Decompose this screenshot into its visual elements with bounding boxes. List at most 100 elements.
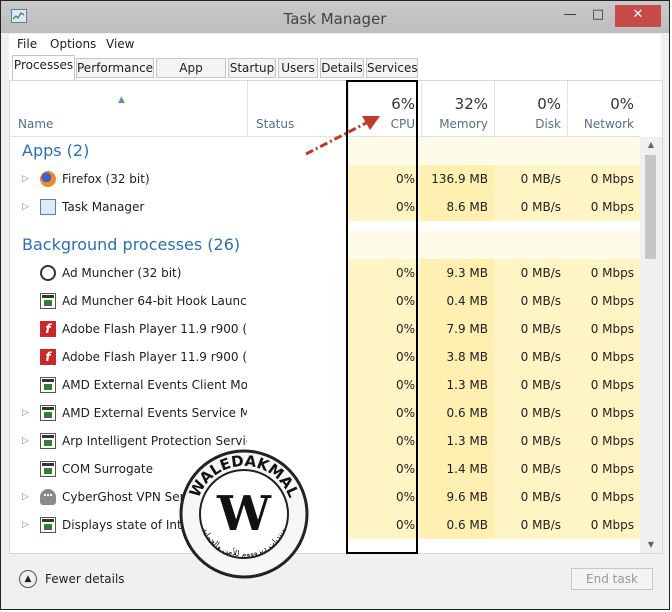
tab-details[interactable]: Details	[320, 58, 364, 78]
expand-chevron-icon[interactable]: ▷	[22, 193, 29, 221]
process-row[interactable]: ▷ CyberGhost VPN Service 0% 9.6 MB 0 MB/s 0 M…	[10, 483, 640, 511]
process-name: Adobe Flash Player 11.9 r900 (32...	[62, 322, 247, 336]
process-row[interactable]: Ad Muncher (32 bit) 0% 9.3 MB 0 MB/s 0 Mbps	[10, 259, 640, 287]
tab-app-history[interactable]: App history	[156, 58, 226, 93]
network-cell: 0 Mbps	[567, 399, 640, 427]
cpu-cell: 0%	[348, 259, 421, 287]
ghost-icon	[40, 489, 56, 505]
scroll-down-icon[interactable]: ▼	[640, 537, 662, 553]
network-cell: 0 Mbps	[567, 343, 640, 371]
tab-services[interactable]: Services	[366, 58, 418, 78]
tab-users[interactable]: Users	[278, 58, 318, 78]
chevron-up-icon[interactable]: ▲	[19, 570, 37, 588]
cpu-cell: 0%	[348, 455, 421, 483]
disk-cell: 0 MB/s	[494, 343, 567, 371]
close-button[interactable]: ✕	[615, 5, 661, 27]
process-row[interactable]: f Adobe Flash Player 11.9 r900 (32... 0%3.…	[10, 343, 640, 371]
end-task-button[interactable]: End task	[571, 568, 653, 590]
expand-chevron-icon[interactable]: ▷	[22, 427, 29, 455]
expand-chevron-icon[interactable]: ▷	[22, 511, 29, 539]
cpu-cell: 0%	[348, 193, 421, 221]
memory-cell: 0.6 MB	[421, 511, 494, 539]
memory-cell: 9.3 MB	[421, 259, 494, 287]
group-disk-cell	[494, 231, 567, 259]
memory-cell: 1.3 MB	[421, 427, 494, 455]
expand-chevron-icon[interactable]: ▷	[22, 483, 29, 511]
application-icon	[40, 293, 56, 309]
menu-view[interactable]: View	[106, 37, 134, 51]
network-cell: 0 Mbps	[567, 427, 640, 455]
column-status-label: Status	[256, 117, 295, 131]
maximize-button[interactable]: □	[585, 5, 611, 27]
disk-cell: 0 MB/s	[494, 371, 567, 399]
cpu-cell: 0%	[348, 399, 421, 427]
process-row[interactable]: ▷ Displays state of Intel® Active ... 0% 0.…	[10, 511, 640, 539]
network-cell: 0 Mbps	[567, 455, 640, 483]
fewer-details-link[interactable]: Fewer details	[45, 572, 125, 586]
process-row[interactable]: f Adobe Flash Player 11.9 r900 (32... 0%7.…	[10, 315, 640, 343]
network-cell: 0 Mbps	[567, 193, 640, 221]
sort-ascending-icon: ▲	[118, 95, 125, 105]
column-network[interactable]: 0% Network	[567, 81, 640, 136]
process-row[interactable]: ▷ AMD External Events Service Mo... 0%0.6 …	[10, 399, 640, 427]
cpu-total-percent: 6%	[391, 95, 415, 113]
group-disk-cell	[494, 137, 567, 165]
vertical-scrollbar[interactable]: ▲ ▼	[640, 137, 662, 553]
memory-cell: 8.6 MB	[421, 193, 494, 221]
process-row[interactable]: COM Surrogate 0% 1.4 MB 0 MB/s 0 Mbps	[10, 455, 640, 483]
process-name: AMD External Events Client Mo...	[62, 378, 247, 392]
column-memory[interactable]: 32% Memory	[421, 81, 494, 136]
group-network-cell	[567, 137, 640, 165]
cpu-cell: 0%	[348, 483, 421, 511]
process-row[interactable]: ▷ Task Manager 0% 8.6 MB 0 MB/s 0 Mbps	[10, 193, 640, 221]
cpu-cell: 0%	[348, 343, 421, 371]
network-cell: 0 Mbps	[567, 483, 640, 511]
group-memory-cell	[421, 137, 494, 165]
cpu-cell: 0%	[348, 371, 421, 399]
process-row[interactable]: Ad Muncher 64-bit Hook Launc... 0% 0.4 MB 0…	[10, 287, 640, 315]
flash-icon: f	[40, 321, 56, 337]
group-header-background[interactable]: Background processes (26)	[10, 231, 640, 259]
network-cell: 0 Mbps	[567, 165, 640, 193]
disk-cell: 0 MB/s	[494, 259, 567, 287]
ad-muncher-icon	[40, 265, 56, 281]
expand-chevron-icon[interactable]: ▷	[22, 165, 29, 193]
group-network-cell	[567, 231, 640, 259]
scrollbar-thumb[interactable]	[645, 155, 656, 259]
group-memory-cell	[421, 231, 494, 259]
footer-bar: ▲ Fewer details End task	[9, 557, 661, 603]
flash-icon: f	[40, 349, 56, 365]
expand-chevron-icon[interactable]: ▷	[22, 399, 29, 427]
title-bar[interactable]: Task Manager — □ ✕	[1, 1, 669, 33]
application-icon	[40, 405, 56, 421]
column-name[interactable]: ▲ Name	[10, 81, 247, 136]
tab-startup[interactable]: Startup	[228, 58, 276, 78]
menu-options[interactable]: Options	[50, 37, 96, 51]
scroll-up-icon[interactable]: ▲	[640, 137, 662, 153]
minimize-button[interactable]: —	[557, 5, 583, 27]
column-cpu-label: CPU	[390, 117, 415, 131]
process-name: AMD External Events Service Mo...	[62, 406, 247, 420]
menu-file[interactable]: File	[17, 37, 37, 51]
tab-performance[interactable]: Performance	[76, 58, 154, 78]
network-cell: 0 Mbps	[567, 287, 640, 315]
column-disk[interactable]: 0% Disk	[494, 81, 567, 136]
process-row[interactable]: AMD External Events Client Mo... 0% 1.3 MB…	[10, 371, 640, 399]
watermark-letter: W	[216, 486, 272, 542]
memory-cell: 7.9 MB	[421, 315, 494, 343]
firefox-icon	[40, 171, 56, 187]
disk-cell: 0 MB/s	[494, 483, 567, 511]
cpu-cell: 0%	[348, 165, 421, 193]
tab-processes[interactable]: Processes	[12, 55, 75, 80]
column-memory-label: Memory	[439, 117, 488, 131]
annotation-arrow-icon	[305, 116, 380, 156]
group-title-apps: Apps (2)	[22, 141, 90, 160]
column-network-label: Network	[583, 117, 634, 131]
column-disk-label: Disk	[535, 117, 561, 131]
cpu-cell: 0%	[348, 427, 421, 455]
menu-bar: File Options View	[9, 34, 661, 54]
disk-cell: 0 MB/s	[494, 287, 567, 315]
process-row[interactable]: ▷ Arp Intelligent Protection Servic... 0% 1…	[10, 427, 640, 455]
process-row[interactable]: ▷ Firefox (32 bit) 0% 136.9 MB 0 MB/s 0 Mbps	[10, 165, 640, 193]
process-name: Task Manager	[62, 200, 145, 214]
